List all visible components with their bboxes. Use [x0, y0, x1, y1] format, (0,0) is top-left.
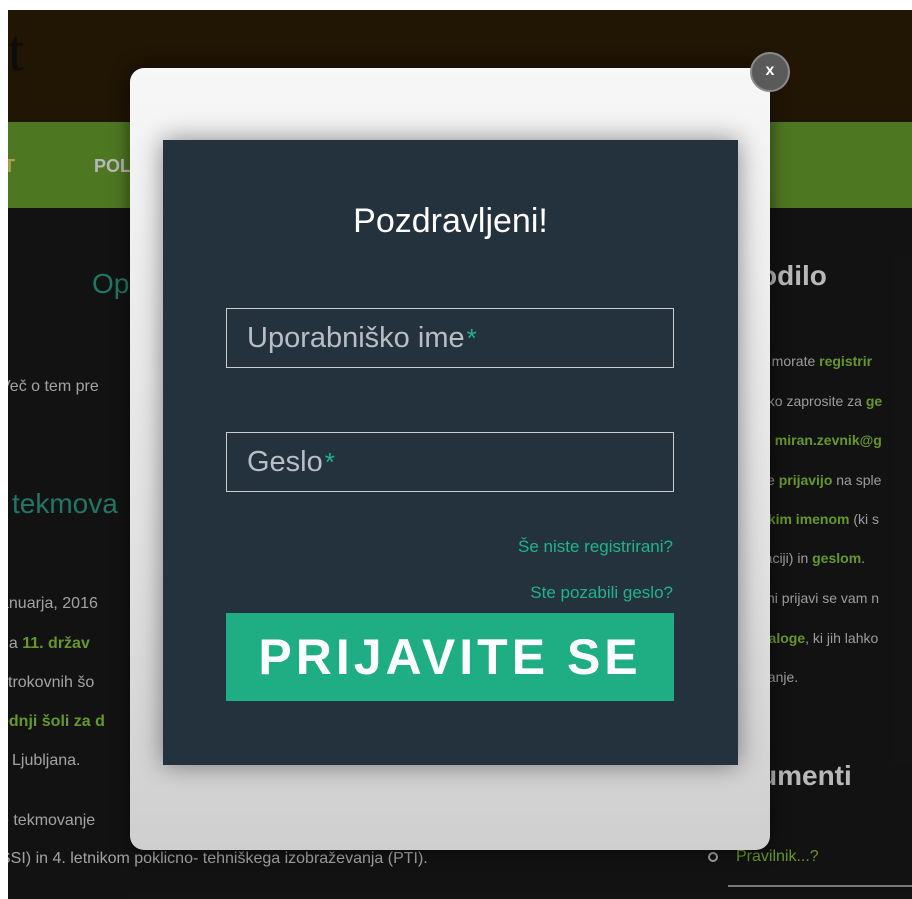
- login-submit-button[interactable]: PRIJAVITE SE: [226, 613, 674, 701]
- required-asterisk: *: [324, 446, 335, 477]
- password-input[interactable]: Geslo *: [226, 432, 674, 492]
- close-button[interactable]: x: [750, 52, 790, 92]
- required-asterisk: *: [466, 322, 477, 353]
- login-title: Pozdravljeni!: [353, 202, 548, 240]
- password-placeholder: Geslo: [247, 445, 323, 478]
- forgot-password-link[interactable]: Ste pozabili geslo?: [530, 583, 673, 603]
- username-placeholder: Uporabniško ime: [247, 321, 465, 354]
- username-input[interactable]: Uporabniško ime *: [226, 308, 674, 368]
- register-link[interactable]: Še niste registrirani?: [518, 537, 673, 557]
